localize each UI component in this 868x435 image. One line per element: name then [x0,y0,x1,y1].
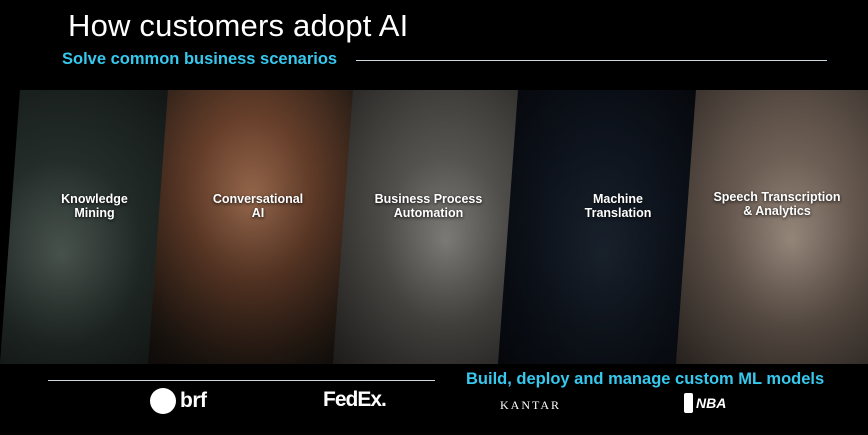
scenario-label: Conversational AI [212,192,304,220]
scenario-speech-transcription: Speech Transcription & Analytics [676,90,868,364]
fedex-logo: FedEx. [323,388,387,411]
nba-silhouette-icon [684,393,693,413]
tagline: Build, deploy and manage custom ML model… [466,370,825,388]
divider-bottom [48,380,435,381]
slide-subtitle: Solve common business scenarios [62,50,338,68]
brf-logo: brf [150,388,207,414]
scenario-label: Speech Transcription & Analytics [713,190,841,218]
scenario-label: Business Process Automation [374,192,483,220]
brf-circle-icon [150,388,176,414]
scenario-label: Machine Translation [584,192,652,220]
slide-title: How customers adopt AI [68,8,409,43]
divider-top [356,60,827,61]
nba-logo: NBA [684,393,726,413]
kantar-logo: KANTAR [500,398,562,412]
scenario-band: Knowledge Mining Conversational AI Busines… [0,90,868,364]
scenario-machine-translation: Machine Translation [498,90,708,364]
